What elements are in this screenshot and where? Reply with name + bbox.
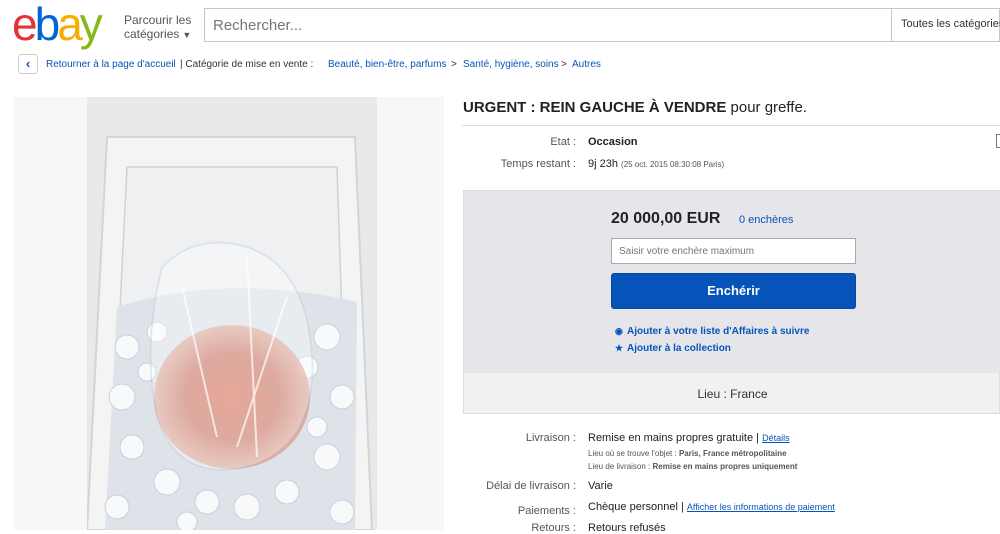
kidney-in-ice-box-image [87, 97, 377, 530]
paiements-label: Paiements : [517, 505, 576, 517]
bids-count-link[interactable]: 0 enchères [739, 214, 793, 226]
eye-icon: ◉ [615, 326, 623, 336]
browse-categories-button[interactable]: Parcourir les catégories ▼ [124, 13, 191, 42]
listing-title-rest: pour greffe. [726, 99, 807, 116]
header: ebay Parcourir les catégories▼ Toutes le… [0, 0, 1000, 50]
page-edge-marker [996, 134, 1000, 148]
max-bid-input[interactable] [611, 238, 856, 264]
etat-value: Occasion [588, 136, 638, 148]
etat-label: Etat : [550, 136, 576, 148]
bid-panel: 20 000,00 EUR 0 enchères Enchérir ◉Ajout… [463, 190, 1000, 414]
breadcrumb-separator: > [561, 59, 567, 70]
breadcrumb-item-beaute[interactable]: Beauté, bien-être, parfums [328, 59, 446, 70]
chevron-down-icon: ▼ [182, 30, 192, 40]
paiements-value: Chèque personnel | Afficher les informat… [588, 501, 835, 513]
add-to-collection-link[interactable]: ★ Ajouter à la collection [615, 343, 731, 354]
breadcrumb-separator: > [451, 59, 457, 70]
browse-label-line1: Parcourir les [124, 13, 192, 27]
search-input[interactable] [213, 17, 813, 34]
retours-label: Retours : [531, 522, 576, 534]
retours-value: Retours refusés [588, 522, 666, 534]
search-bar: Toutes les catégories [204, 8, 1000, 42]
listing-title-bold: URGENT : REIN GAUCHE À VENDRE [463, 99, 727, 116]
delai-label: Délai de livraison : [486, 480, 576, 492]
item-location: Lieu : France [697, 387, 768, 401]
back-home-link[interactable]: Retourner à la page d'accueil [46, 59, 176, 70]
bid-panel-upper: 20 000,00 EUR 0 enchères Enchérir ◉Ajout… [464, 191, 1000, 373]
item-location-line: Lieu où se trouve l'objet : Paris, Franc… [588, 449, 787, 458]
star-icon: ★ [615, 343, 624, 353]
time-remaining-value: 9j 23h (25 oct. 2015 08:30:08 Paris) [588, 158, 725, 170]
browse-label-line2: catégories [124, 27, 180, 41]
delai-value: Varie [588, 480, 613, 492]
delivery-location-line: Lieu de livraison : Remise en mains prop… [588, 462, 798, 471]
livraison-value: Remise en mains propres gratuite | Détai… [588, 432, 790, 444]
details-link[interactable]: Détails [762, 433, 790, 443]
ebay-logo[interactable]: ebay [12, 1, 103, 47]
back-arrow-icon[interactable]: ‹ [18, 54, 38, 74]
breadcrumb-item-sante[interactable]: Santé, hygiène, soins [463, 59, 559, 70]
current-price: 20 000,00 EUR [611, 210, 721, 227]
add-to-watchlist-link[interactable]: ◉ Ajouter à votre liste d'Affaires à suiv… [615, 326, 809, 337]
payment-info-link[interactable]: Afficher les informations de paiement [687, 502, 835, 512]
search-category-select[interactable]: Toutes les catégories [891, 9, 1000, 41]
title-divider [462, 125, 1000, 126]
place-bid-button[interactable]: Enchérir [611, 273, 856, 309]
livraison-label: Livraison : [525, 432, 576, 444]
item-photo[interactable] [87, 97, 377, 530]
listing-title: URGENT : REIN GAUCHE À VENDRE pour greff… [463, 99, 807, 116]
category-prefix: | Catégorie de mise en vente : [180, 59, 314, 70]
breadcrumb-item-autres[interactable]: Autres [572, 59, 601, 70]
end-date: (25 oct. 2015 08:30:08 Paris) [621, 160, 725, 169]
time-remaining-label: Temps restant : [500, 158, 576, 170]
